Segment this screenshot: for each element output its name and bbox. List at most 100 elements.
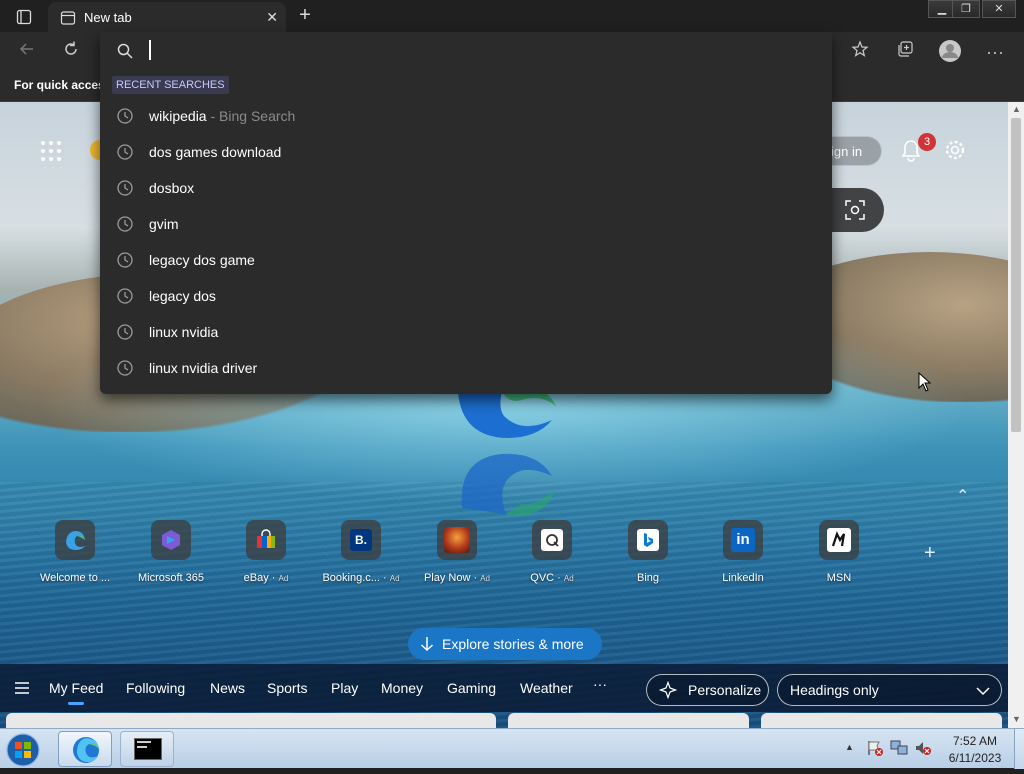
quick-link-label: QVC [530,572,555,584]
quick-link-msn[interactable]: MSN [791,520,887,584]
feed-tab-play[interactable]: Play [331,680,358,696]
tab-title: New tab [84,10,132,25]
action-center-flag-icon[interactable] [866,739,884,762]
app-launcher-icon[interactable] [40,140,62,167]
suggestion-item[interactable]: wikipedia - Bing Search [100,98,832,134]
scrollbar-thumb[interactable] [1011,118,1021,432]
feed-tab-sports[interactable]: Sports [267,680,307,696]
new-tab-button[interactable]: + [294,5,316,27]
taskbar-edge-button[interactable] [58,731,112,767]
suggestion-item[interactable]: legacy dos [100,278,832,314]
ebay-bag-icon [246,520,286,560]
refresh-icon [65,41,77,55]
volume-muted-icon[interactable] [914,739,932,762]
quick-link-ebay[interactable]: eBay · Ad [218,520,314,584]
quick-links: Welcome to ... Microsoft 365 eBay · Ad B… [0,520,1008,590]
history-clock-icon [116,215,134,238]
feed-navigation: My Feed Following News Sports Play Money… [0,664,1008,712]
close-window-button[interactable]: ✕ [982,0,1016,18]
notification-count-badge: 3 [918,133,936,151]
sparkle-star-icon [659,681,677,699]
quick-link-label: Welcome to ... [39,572,111,584]
feed-tab-following[interactable]: Following [126,680,185,696]
edge-tile-icon [55,520,95,560]
collapse-chevron-up-icon[interactable]: ⌃ [956,486,969,506]
feed-card[interactable] [508,713,749,728]
command-prompt-icon [134,738,162,760]
quick-link-label: Microsoft 365 [137,572,205,584]
feed-more-button[interactable]: ··· [593,676,607,692]
suggestion-item[interactable]: linux nvidia [100,314,832,350]
personalize-button[interactable]: Personalize [646,674,769,706]
feed-card[interactable] [761,713,1002,728]
chevron-down-icon [976,687,990,696]
suggestion-item[interactable]: gvim [100,206,832,242]
search-icon [117,43,133,59]
feed-tab-news[interactable]: News [210,680,245,696]
feed-tab-money[interactable]: Money [381,680,423,696]
favorites-hint: For quick access [14,78,112,92]
history-clock-icon [116,359,134,382]
feed-card[interactable] [6,713,496,728]
page-scrollbar[interactable]: ▲ ▼ [1008,102,1024,728]
show-desktop-button[interactable] [1014,729,1024,769]
show-hidden-icons-button[interactable]: ▲ [845,742,854,752]
quick-link-label: Bing [636,572,660,584]
scroll-up-arrow-icon[interactable]: ▲ [1012,104,1021,114]
suggestion-item[interactable]: dosbox [100,170,832,206]
refresh-button[interactable] [58,39,84,65]
hamburger-menu-icon[interactable] [15,681,29,699]
address-bar-input[interactable] [148,38,808,62]
back-button[interactable] [14,39,40,65]
favorites-button[interactable] [847,39,873,65]
tab-actions-button[interactable] [8,6,40,28]
page-settings-gear-icon[interactable] [944,139,966,166]
suggestion-text: dosbox [149,180,195,196]
quick-link-label: Play Now [423,572,471,584]
suggestion-text: gvim [149,216,179,232]
quick-link-booking[interactable]: B. Booking.c... · Ad [313,520,409,584]
suggestion-item[interactable]: dos games download [100,134,832,170]
quick-link-linkedin[interactable]: in LinkedIn [695,520,791,584]
feed-tab-gaming[interactable]: Gaming [447,680,496,696]
tab-new-tab[interactable]: New tab ✕ [48,2,286,32]
quick-link-play-now[interactable]: Play Now · Ad [409,520,505,584]
network-icon[interactable] [890,739,908,762]
clock-time[interactable]: 7:52 AM [940,734,1010,748]
taskbar-cmd-button[interactable] [120,731,174,767]
ad-badge: Ad [278,574,289,583]
start-button[interactable] [4,731,48,767]
qvc-icon [532,520,572,560]
explore-stories-button[interactable]: Explore stories & more [408,628,602,660]
ad-badge: Ad [480,574,491,583]
back-arrow-icon [19,43,33,55]
feed-tab-weather[interactable]: Weather [520,680,573,696]
active-tab-indicator [68,702,84,705]
collections-button[interactable] [892,39,918,65]
suggestion-item[interactable]: legacy dos game [100,242,832,278]
ad-badge: Ad [389,574,400,583]
layout-dropdown[interactable]: Headings only [777,674,1002,706]
scroll-down-arrow-icon[interactable]: ▼ [1012,714,1021,724]
profile-button[interactable] [937,39,963,65]
quick-link-welcome[interactable]: Welcome to ... [27,520,123,584]
add-shortcut-icon[interactable]: + [924,542,936,565]
settings-and-more-button[interactable]: ··· [982,39,1008,65]
game-art-icon [437,520,477,560]
suggestion-item[interactable]: linux nvidia driver [100,350,832,386]
quick-link-bing[interactable]: Bing [600,520,696,584]
mouse-cursor-icon [918,371,932,397]
visual-search-button[interactable] [826,188,884,232]
quick-link-microsoft-365[interactable]: Microsoft 365 [123,520,219,584]
close-tab-icon[interactable]: ✕ [266,9,278,26]
title-bar: New tab ✕ + ▁ ❐ ✕ [0,0,1024,32]
restore-button[interactable]: ❐ [952,0,980,18]
feed-tab-my-feed[interactable]: My Feed [49,680,103,696]
text-caret [149,40,151,60]
suggestion-text: linux nvidia [149,324,219,340]
visual-search-icon [845,200,865,220]
recent-searches-label: RECENT SEARCHES [112,76,229,94]
suggestion-source: - Bing Search [206,108,296,124]
clock-date[interactable]: 6/11/2023 [940,751,1010,765]
quick-link-qvc[interactable]: QVC · Ad [504,520,600,584]
